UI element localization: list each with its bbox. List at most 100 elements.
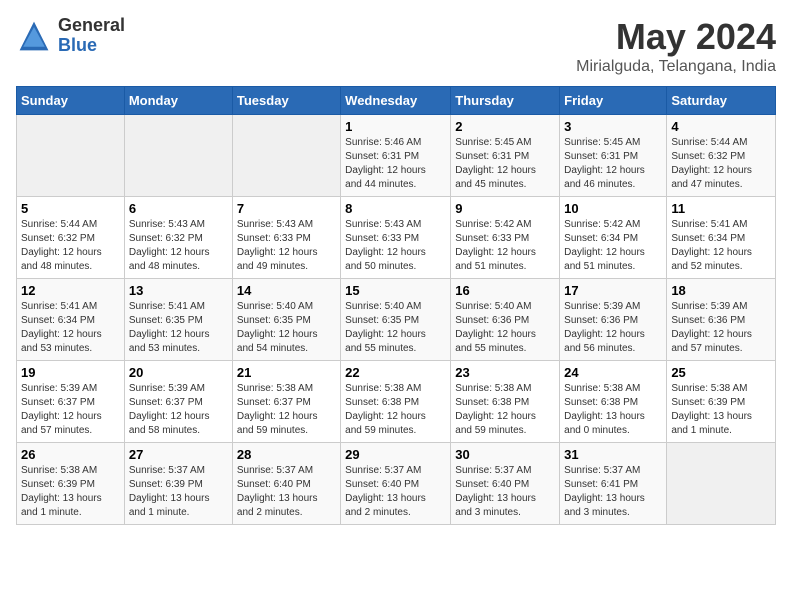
day-cell: 27 Sunrise: 5:37 AM Sunset: 6:39 PM Dayli… xyxy=(124,443,232,525)
day-number: 18 xyxy=(671,283,771,298)
day-cell: 8 Sunrise: 5:43 AM Sunset: 6:33 PM Daylig… xyxy=(341,197,451,279)
day-info: Sunrise: 5:43 AM Sunset: 6:33 PM Dayligh… xyxy=(237,218,336,274)
logo-icon xyxy=(16,18,52,54)
week-row-3: 12 Sunrise: 5:41 AM Sunset: 6:34 PM Dayli… xyxy=(17,279,776,361)
week-row-4: 19 Sunrise: 5:39 AM Sunset: 6:37 PM Dayli… xyxy=(17,361,776,443)
day-number: 10 xyxy=(564,201,662,216)
day-cell: 21 Sunrise: 5:38 AM Sunset: 6:37 PM Dayli… xyxy=(232,361,340,443)
day-info: Sunrise: 5:37 AM Sunset: 6:41 PM Dayligh… xyxy=(564,464,662,520)
day-cell: 31 Sunrise: 5:37 AM Sunset: 6:41 PM Dayli… xyxy=(560,443,667,525)
day-info: Sunrise: 5:44 AM Sunset: 6:32 PM Dayligh… xyxy=(21,218,120,274)
days-header-row: SundayMondayTuesdayWednesdayThursdayFrid… xyxy=(17,87,776,115)
day-info: Sunrise: 5:37 AM Sunset: 6:39 PM Dayligh… xyxy=(129,464,228,520)
day-number: 13 xyxy=(129,283,228,298)
day-cell: 4 Sunrise: 5:44 AM Sunset: 6:32 PM Daylig… xyxy=(667,115,776,197)
day-cell xyxy=(667,443,776,525)
day-cell: 23 Sunrise: 5:38 AM Sunset: 6:38 PM Dayli… xyxy=(451,361,560,443)
day-header-tuesday: Tuesday xyxy=(232,87,340,115)
day-number: 21 xyxy=(237,365,336,380)
day-number: 11 xyxy=(671,201,771,216)
calendar-location: Mirialguda, Telangana, India xyxy=(576,58,776,76)
day-number: 4 xyxy=(671,119,771,134)
day-info: Sunrise: 5:42 AM Sunset: 6:33 PM Dayligh… xyxy=(455,218,555,274)
day-cell: 16 Sunrise: 5:40 AM Sunset: 6:36 PM Dayli… xyxy=(451,279,560,361)
day-header-thursday: Thursday xyxy=(451,87,560,115)
day-info: Sunrise: 5:37 AM Sunset: 6:40 PM Dayligh… xyxy=(237,464,336,520)
day-cell: 29 Sunrise: 5:37 AM Sunset: 6:40 PM Dayli… xyxy=(341,443,451,525)
day-number: 9 xyxy=(455,201,555,216)
day-cell: 5 Sunrise: 5:44 AM Sunset: 6:32 PM Daylig… xyxy=(17,197,125,279)
day-cell: 22 Sunrise: 5:38 AM Sunset: 6:38 PM Dayli… xyxy=(341,361,451,443)
day-info: Sunrise: 5:45 AM Sunset: 6:31 PM Dayligh… xyxy=(455,136,555,192)
day-cell: 11Sunrise: 5:41 AM Sunset: 6:34 PM Dayli… xyxy=(667,197,776,279)
day-info: Sunrise: 5:41 AM Sunset: 6:35 PM Dayligh… xyxy=(129,300,228,356)
day-info: Sunrise: 5:37 AM Sunset: 6:40 PM Dayligh… xyxy=(345,464,446,520)
day-number: 5 xyxy=(21,201,120,216)
day-cell: 2 Sunrise: 5:45 AM Sunset: 6:31 PM Daylig… xyxy=(451,115,560,197)
day-cell: 1 Sunrise: 5:46 AM Sunset: 6:31 PM Daylig… xyxy=(341,115,451,197)
day-number: 22 xyxy=(345,365,446,380)
day-header-sunday: Sunday xyxy=(17,87,125,115)
day-number: 19 xyxy=(21,365,120,380)
day-number: 7 xyxy=(237,201,336,216)
day-info: Sunrise: 5:46 AM Sunset: 6:31 PM Dayligh… xyxy=(345,136,446,192)
day-info: Sunrise: 5:40 AM Sunset: 6:35 PM Dayligh… xyxy=(237,300,336,356)
day-cell: 20Sunrise: 5:39 AM Sunset: 6:37 PM Dayli… xyxy=(124,361,232,443)
day-cell: 26 Sunrise: 5:38 AM Sunset: 6:39 PM Dayli… xyxy=(17,443,125,525)
day-number: 24 xyxy=(564,365,662,380)
day-number: 29 xyxy=(345,447,446,462)
day-info: Sunrise: 5:39 AM Sunset: 6:36 PM Dayligh… xyxy=(564,300,662,356)
day-info: Sunrise: 5:38 AM Sunset: 6:39 PM Dayligh… xyxy=(21,464,120,520)
day-info: Sunrise: 5:39 AM Sunset: 6:36 PM Dayligh… xyxy=(671,300,771,356)
day-info: Sunrise: 5:43 AM Sunset: 6:33 PM Dayligh… xyxy=(345,218,446,274)
day-info: Sunrise: 5:39 AM Sunset: 6:37 PM Dayligh… xyxy=(129,382,228,438)
day-number: 26 xyxy=(21,447,120,462)
calendar-table: SundayMondayTuesdayWednesdayThursdayFrid… xyxy=(16,86,776,525)
day-info: Sunrise: 5:40 AM Sunset: 6:36 PM Dayligh… xyxy=(455,300,555,356)
day-number: 31 xyxy=(564,447,662,462)
day-info: Sunrise: 5:39 AM Sunset: 6:37 PM Dayligh… xyxy=(21,382,120,438)
day-info: Sunrise: 5:38 AM Sunset: 6:38 PM Dayligh… xyxy=(455,382,555,438)
day-cell xyxy=(17,115,125,197)
day-header-friday: Friday xyxy=(560,87,667,115)
day-cell: 19 Sunrise: 5:39 AM Sunset: 6:37 PM Dayli… xyxy=(17,361,125,443)
week-row-5: 26 Sunrise: 5:38 AM Sunset: 6:39 PM Dayli… xyxy=(17,443,776,525)
day-header-wednesday: Wednesday xyxy=(341,87,451,115)
day-number: 17 xyxy=(564,283,662,298)
day-number: 23 xyxy=(455,365,555,380)
day-cell: 14Sunrise: 5:40 AM Sunset: 6:35 PM Dayli… xyxy=(232,279,340,361)
day-cell: 17 Sunrise: 5:39 AM Sunset: 6:36 PM Dayli… xyxy=(560,279,667,361)
day-info: Sunrise: 5:38 AM Sunset: 6:38 PM Dayligh… xyxy=(564,382,662,438)
day-number: 1 xyxy=(345,119,446,134)
day-cell xyxy=(124,115,232,197)
day-header-monday: Monday xyxy=(124,87,232,115)
logo-text: General Blue xyxy=(58,16,125,56)
day-cell: 7 Sunrise: 5:43 AM Sunset: 6:33 PM Daylig… xyxy=(232,197,340,279)
day-number: 8 xyxy=(345,201,446,216)
title-block: May 2024 Mirialguda, Telangana, India xyxy=(576,16,776,76)
day-info: Sunrise: 5:43 AM Sunset: 6:32 PM Dayligh… xyxy=(129,218,228,274)
logo-general-text: General xyxy=(58,16,125,36)
page-header: General Blue May 2024 Mirialguda, Telang… xyxy=(16,16,776,76)
day-number: 6 xyxy=(129,201,228,216)
day-number: 2 xyxy=(455,119,555,134)
calendar-title: May 2024 xyxy=(576,16,776,58)
day-cell: 18 Sunrise: 5:39 AM Sunset: 6:36 PM Dayli… xyxy=(667,279,776,361)
day-info: Sunrise: 5:37 AM Sunset: 6:40 PM Dayligh… xyxy=(455,464,555,520)
day-info: Sunrise: 5:42 AM Sunset: 6:34 PM Dayligh… xyxy=(564,218,662,274)
calendar-header: SundayMondayTuesdayWednesdayThursdayFrid… xyxy=(17,87,776,115)
day-info: Sunrise: 5:38 AM Sunset: 6:37 PM Dayligh… xyxy=(237,382,336,438)
day-number: 27 xyxy=(129,447,228,462)
day-cell: 24 Sunrise: 5:38 AM Sunset: 6:38 PM Dayli… xyxy=(560,361,667,443)
day-info: Sunrise: 5:38 AM Sunset: 6:38 PM Dayligh… xyxy=(345,382,446,438)
day-number: 16 xyxy=(455,283,555,298)
day-info: Sunrise: 5:45 AM Sunset: 6:31 PM Dayligh… xyxy=(564,136,662,192)
day-info: Sunrise: 5:41 AM Sunset: 6:34 PM Dayligh… xyxy=(21,300,120,356)
day-number: 3 xyxy=(564,119,662,134)
day-number: 12 xyxy=(21,283,120,298)
day-number: 15 xyxy=(345,283,446,298)
day-number: 30 xyxy=(455,447,555,462)
day-info: Sunrise: 5:44 AM Sunset: 6:32 PM Dayligh… xyxy=(671,136,771,192)
day-cell: 13 Sunrise: 5:41 AM Sunset: 6:35 PM Dayli… xyxy=(124,279,232,361)
day-cell: 12 Sunrise: 5:41 AM Sunset: 6:34 PM Dayli… xyxy=(17,279,125,361)
